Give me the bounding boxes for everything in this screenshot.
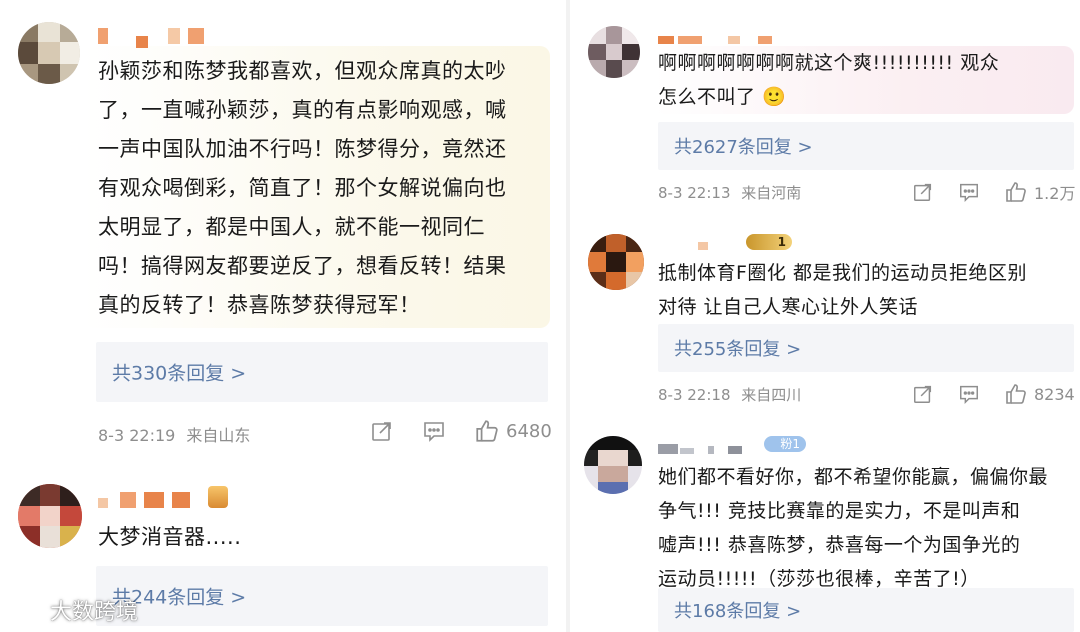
comment-line: 大梦消音器.....: [98, 525, 242, 549]
avatar[interactable]: [588, 26, 640, 78]
watermark-text: 大数跨境: [50, 600, 139, 625]
comment-time: 8-3 22:13: [658, 184, 731, 202]
avatar[interactable]: [588, 234, 644, 290]
replies-count: 共2627条回复 >: [674, 137, 813, 158]
smile-emoji-icon: 🙂: [762, 86, 787, 108]
comment-icon[interactable]: [958, 181, 980, 203]
username-blurred[interactable]: [658, 440, 768, 458]
replies-link[interactable]: 共168条回复 >: [658, 588, 1074, 632]
comment-text: 抵制体育F圈化 都是我们的运动员拒绝区别 对待 让自己人寒心让外人笑话: [658, 256, 1078, 324]
like-count: 8234: [1034, 384, 1075, 404]
comment-line: 对待 让自己人寒心让外人笑话: [658, 296, 919, 318]
comment-location: 来自山东: [186, 426, 251, 445]
vip-badge-icon: [208, 486, 228, 508]
left-comment-column: 孙颖莎和陈梦我都喜欢，但观众席真的太吵 了，一直喊孙颖莎，真的有点影响观感，喊 …: [0, 0, 566, 632]
replies-count: 共255条回复 >: [674, 339, 802, 360]
comment-line: 抵制体育F圈化 都是我们的运动员拒绝区别: [658, 262, 1027, 284]
watermark: 大数跨境: [8, 594, 138, 626]
avatar[interactable]: [584, 436, 642, 494]
comment-text: 啊啊啊啊啊啊啊就这个爽!!!!!!!!!! 观众 怎么不叫了 🙂: [658, 46, 1078, 114]
replies-count: 共330条回复 >: [112, 362, 247, 385]
fan-badge: 粉1: [764, 436, 806, 452]
comment-meta: 8-3 22:13 来自河南: [658, 182, 801, 203]
comment-location: 来自河南: [741, 184, 802, 202]
avatar[interactable]: [18, 22, 80, 84]
comment-text: 大梦消音器.....: [98, 518, 558, 557]
comment-time: 8-3 22:19: [98, 426, 176, 445]
like-icon[interactable]: [474, 418, 500, 444]
level-badge: 1: [746, 234, 792, 250]
comment-line: 孙颖莎和陈梦我都喜欢，但观众席真的太吵: [98, 59, 507, 83]
replies-link[interactable]: 共244条回复 >: [96, 566, 548, 626]
comment-line: 真的反转了！恭喜陈梦获得冠军！: [98, 293, 421, 317]
comment-line: 争气!!! 竞技比赛靠的是实力，不是叫声和: [658, 500, 1021, 522]
share-icon[interactable]: [370, 419, 394, 443]
replies-link[interactable]: 共2627条回复 >: [658, 122, 1074, 170]
comment-line: 嘘声!!! 恭喜陈梦，恭喜每一个为国争光的: [658, 534, 1021, 556]
replies-link[interactable]: 共330条回复 >: [96, 342, 548, 402]
comment-icon[interactable]: [422, 419, 446, 443]
comment-actions: 6480: [370, 418, 552, 444]
comment-line: 啊啊啊啊啊啊啊就这个爽!!!!!!!!!! 观众: [658, 52, 1000, 74]
comment-icon[interactable]: [958, 383, 980, 405]
like-count: 6480: [506, 420, 552, 442]
comment-time: 8-3 22:18: [658, 386, 731, 404]
like-icon[interactable]: [1004, 180, 1028, 204]
username-blurred[interactable]: [98, 28, 218, 48]
comment-line: 太明显了，都是中国人，就不能一视同仁: [98, 215, 485, 239]
avatar[interactable]: [18, 484, 82, 548]
like-icon[interactable]: [1004, 382, 1028, 406]
like-count: 1.2万: [1034, 184, 1076, 203]
comment-line: 怎么不叫了 🙂: [658, 86, 787, 108]
comment-line: 了，一直喊孙颖莎，真的有点影响观感，喊: [98, 98, 507, 122]
share-icon[interactable]: [912, 383, 934, 405]
comment-actions: 8234: [912, 382, 1075, 406]
comment-line: 有观众喝倒彩，简直了！那个女解说偏向也: [98, 176, 507, 200]
username-blurred[interactable]: [658, 236, 738, 254]
replies-link[interactable]: 共255条回复 >: [658, 324, 1074, 372]
weibo-logo-icon: [8, 595, 44, 625]
comment-meta: 8-3 22:19 来自山东: [98, 422, 250, 446]
comment-line: 她们都不看好你，都不希望你能赢，偏偏你最: [658, 466, 1049, 488]
comment-line: 一声中国队加油不行吗！陈梦得分，竟然还: [98, 137, 507, 161]
comment-meta: 8-3 22:18 来自四川: [658, 384, 801, 405]
replies-count: 共168条回复 >: [674, 601, 802, 622]
comment-line: 吗！搞得网友都要逆反了，想看反转！结果: [98, 254, 507, 278]
comment-actions: 1.2万: [912, 180, 1075, 204]
comment-text: 孙颖莎和陈梦我都喜欢，但观众席真的太吵 了，一直喊孙颖莎，真的有点影响观感，喊 …: [98, 52, 558, 325]
share-icon[interactable]: [912, 181, 934, 203]
comment-text: 她们都不看好你，都不希望你能赢，偏偏你最 争气!!! 竞技比赛靠的是实力，不是叫…: [658, 460, 1078, 596]
comment-location: 来自四川: [741, 386, 802, 404]
